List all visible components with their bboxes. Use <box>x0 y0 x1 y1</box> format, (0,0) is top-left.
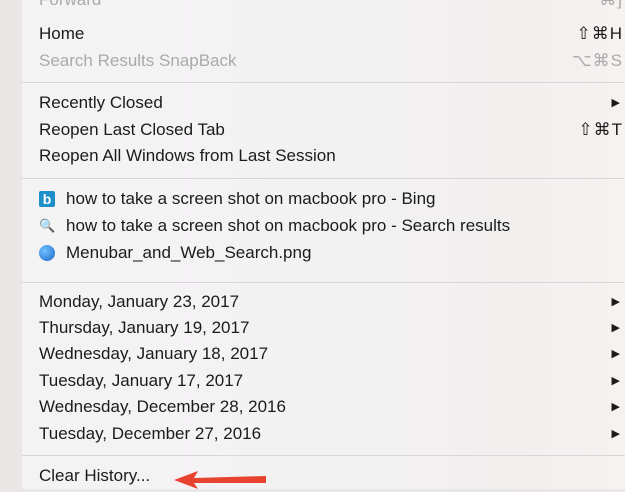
history-item-label: Menubar_and_Web_Search.png <box>66 243 312 262</box>
submenu-arrow-icon: ▶ <box>611 375 620 387</box>
submenu-arrow-icon: ▶ <box>611 97 620 109</box>
menu-item-label: Recently Closed <box>39 93 163 112</box>
history-date-item[interactable]: Wednesday, January 18, 2017 ▶ <box>22 341 625 367</box>
history-item[interactable]: Menubar_and_Web_Search.png <box>22 240 625 266</box>
submenu-arrow-icon: ▶ <box>611 296 620 308</box>
history-item[interactable]: 🔍 how to take a screen shot on macbook p… <box>22 213 625 239</box>
menu-item-search-results-snapback: Search Results SnapBack ⌥⌘S <box>22 48 625 74</box>
menu-separator <box>22 82 625 83</box>
history-date-label: Monday, January 23, 2017 <box>39 292 240 311</box>
menu-item-label: Home <box>39 24 85 43</box>
history-date-label: Tuesday, December 27, 2016 <box>39 424 262 443</box>
menu-item-label: Forward <box>39 0 101 13</box>
menu-item-reopen-all-windows[interactable]: Reopen All Windows from Last Session <box>22 143 625 169</box>
menu-item-shortcut: ⇧⌘H <box>576 24 623 43</box>
submenu-arrow-icon: ▶ <box>611 322 620 334</box>
history-menu: Forward ⌘] Home ⇧⌘H Search Results SnapB… <box>22 0 625 489</box>
history-item-label: how to take a screen shot on macbook pro… <box>66 189 436 208</box>
history-date-label: Wednesday, December 28, 2016 <box>39 397 286 416</box>
submenu-arrow-icon: ▶ <box>611 348 620 360</box>
history-item[interactable]: b how to take a screen shot on macbook p… <box>22 186 625 212</box>
history-item-label: how to take a screen shot on macbook pro… <box>66 216 511 235</box>
menu-item-label: Clear History... <box>39 466 151 485</box>
history-date-item[interactable]: Monday, January 23, 2017 ▶ <box>22 289 625 315</box>
history-date-item[interactable]: Thursday, January 19, 2017 ▶ <box>22 315 625 341</box>
globe-icon <box>39 245 55 261</box>
menu-item-label: Reopen Last Closed Tab <box>39 120 225 139</box>
bing-icon: b <box>39 191 55 207</box>
menu-separator <box>22 282 625 283</box>
history-date-item[interactable]: Tuesday, December 27, 2016 ▶ <box>22 421 625 447</box>
menu-separator <box>22 455 625 456</box>
history-date-label: Wednesday, January 18, 2017 <box>39 344 269 363</box>
menu-separator <box>22 178 625 179</box>
menu-item-label: Reopen All Windows from Last Session <box>39 146 336 165</box>
menu-item-shortcut: ⌥⌘S <box>572 51 623 70</box>
submenu-arrow-icon: ▶ <box>611 428 620 440</box>
annotation-arrow-icon <box>174 471 266 489</box>
submenu-arrow-icon: ▶ <box>611 401 620 413</box>
history-date-item[interactable]: Tuesday, January 17, 2017 ▶ <box>22 368 625 394</box>
history-date-item[interactable]: Wednesday, December 28, 2016 ▶ <box>22 394 625 420</box>
menu-item-clear-history[interactable]: Clear History... <box>22 463 625 489</box>
history-date-label: Tuesday, January 17, 2017 <box>39 371 244 390</box>
menu-item-home[interactable]: Home ⇧⌘H <box>22 21 625 47</box>
menu-item-recently-closed[interactable]: Recently Closed ▶ <box>22 90 625 116</box>
menu-item-shortcut: ⌘] <box>599 0 623 13</box>
menu-item-reopen-last-closed-tab[interactable]: Reopen Last Closed Tab ⇧⌘T <box>22 117 625 143</box>
menu-item-label: Search Results SnapBack <box>39 51 237 70</box>
menu-item-shortcut: ⇧⌘T <box>578 120 623 139</box>
menu-item-forward: Forward ⌘] <box>22 0 625 13</box>
history-date-label: Thursday, January 19, 2017 <box>39 318 250 337</box>
magnifier-icon: 🔍 <box>39 218 56 233</box>
